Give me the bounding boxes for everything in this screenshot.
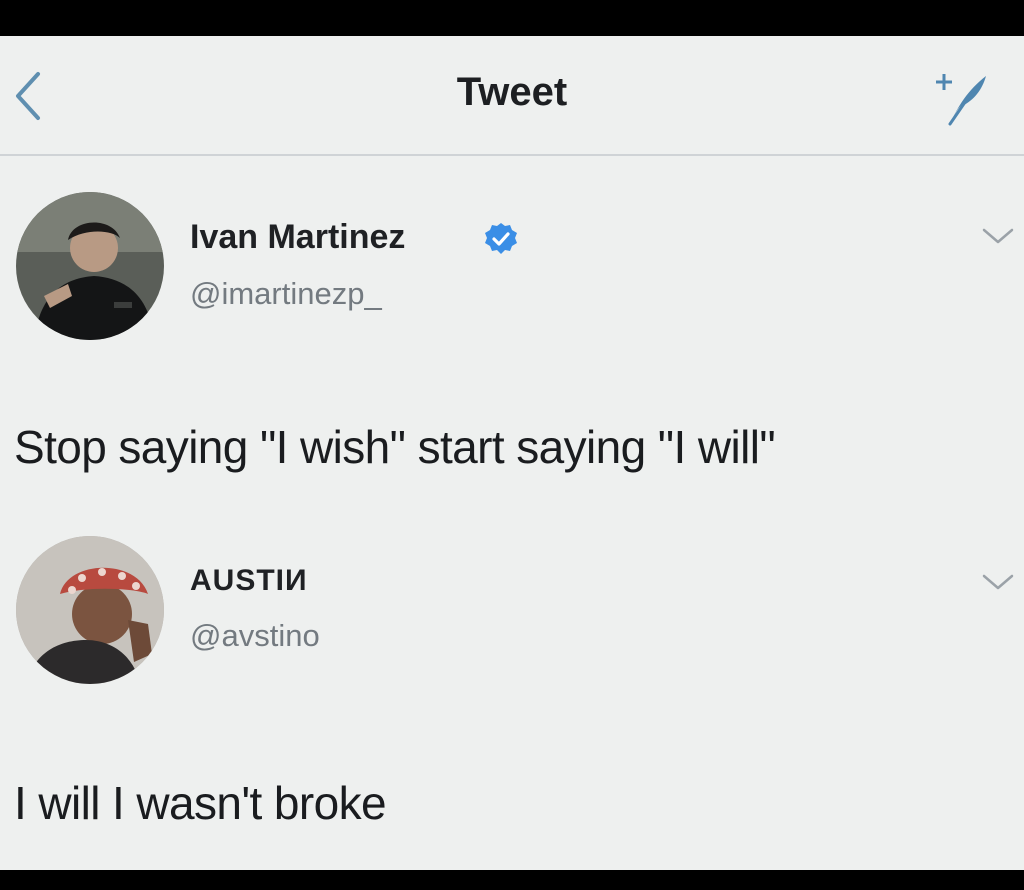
chevron-down-icon[interactable] (978, 570, 1018, 594)
avatar[interactable] (16, 192, 164, 340)
tweet-text: Stop saying "I wish" start saying "I wil… (14, 421, 776, 473)
avatar[interactable] (16, 536, 164, 684)
tweet-screen: Tweet Ivan Martinez @imartinezp_ Stop sa… (0, 36, 1024, 870)
chevron-down-icon[interactable] (978, 224, 1018, 248)
author-handle[interactable]: @avstino (190, 618, 320, 654)
reply-text: I will I wasn't broke (14, 777, 387, 829)
verified-badge-icon (485, 223, 517, 254)
author-name[interactable]: Ivan Martinez (190, 218, 405, 257)
page-title: Tweet (456, 70, 568, 114)
compose-tweet-icon[interactable] (928, 66, 992, 130)
header-divider (0, 154, 1024, 156)
author-handle[interactable]: @imartinezp_ (190, 276, 382, 312)
nav-header: Tweet (0, 36, 1024, 156)
author-name[interactable]: AUSTIИ (190, 564, 308, 598)
